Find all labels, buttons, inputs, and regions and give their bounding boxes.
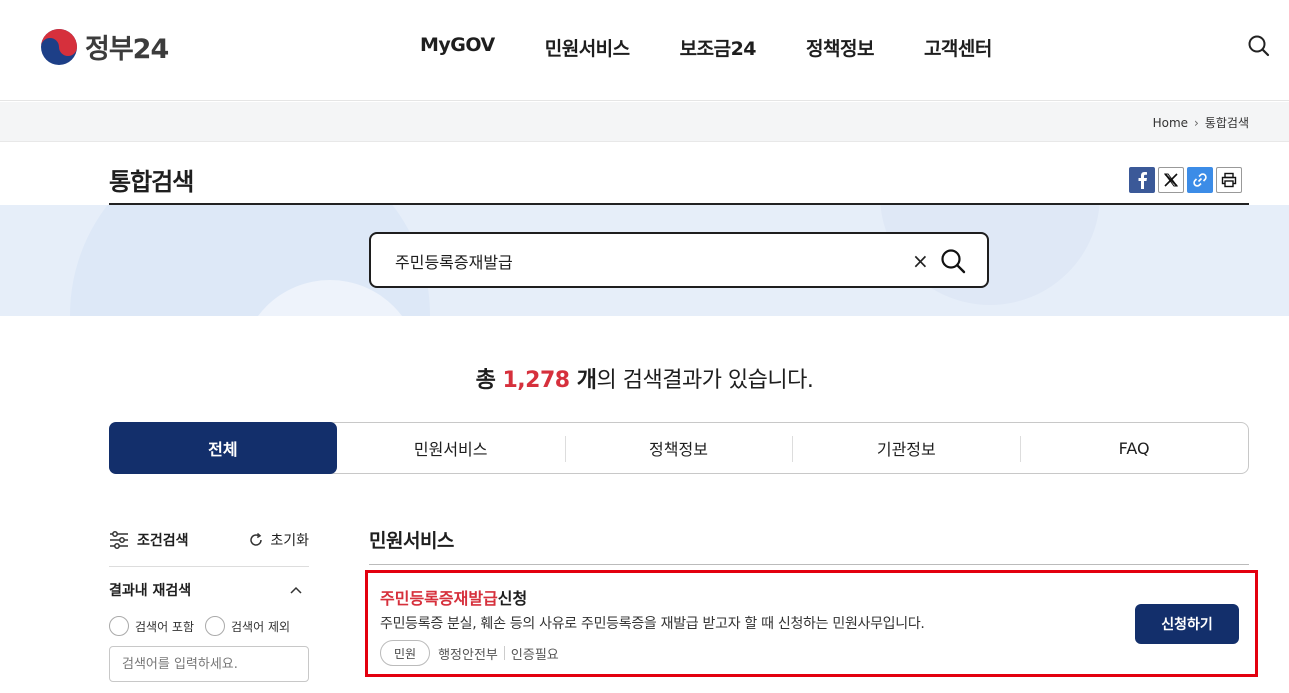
meta-divider	[503, 646, 505, 660]
result-count-number: 1,278	[502, 368, 571, 393]
result-count: 총 1,278 개의 검색결과가 있습니다.	[0, 362, 1289, 394]
filter-header: 조건검색 초기화	[109, 530, 309, 550]
clear-search-icon[interactable]: ×	[912, 249, 929, 273]
copy-link-button[interactable]	[1187, 167, 1213, 193]
result-tabs: 전체 민원서비스 정책정보 기관정보 FAQ	[109, 422, 1249, 474]
nav-customer-center[interactable]: 고객센터	[924, 34, 992, 61]
tab-policy-info[interactable]: 정책정보	[564, 423, 793, 473]
result-meta: 민원 행정안전부 인증필요	[380, 640, 559, 666]
filter-title: 조건검색	[109, 530, 189, 550]
search-input[interactable]	[395, 248, 895, 274]
filter-label: 조건검색	[137, 533, 189, 549]
chevron-up-icon[interactable]	[289, 585, 303, 595]
main-nav: MyGOV 민원서비스 보조금24 정책정보 고객센터	[420, 34, 992, 61]
reset-button[interactable]: 초기화	[248, 530, 309, 550]
section-title: 민원서비스	[369, 530, 454, 552]
search-banner: ×	[0, 205, 1289, 316]
result-title-highlight: 주민등록증재발급	[380, 589, 498, 608]
facebook-share-button[interactable]	[1129, 167, 1155, 193]
result-title-rest: 신청	[497, 589, 528, 608]
result-count-prefix: 총	[475, 368, 503, 393]
category-badge: 민원	[380, 640, 431, 666]
breadcrumb-home[interactable]: Home	[1153, 116, 1188, 130]
reset-label: 초기화	[270, 533, 309, 549]
nav-policy-info[interactable]: 정책정보	[806, 34, 874, 61]
breadcrumb-bar: Home › 통합검색	[0, 102, 1289, 142]
x-share-button[interactable]	[1158, 167, 1184, 193]
include-keyword-label: 검색어 포함	[135, 619, 195, 634]
breadcrumb: Home › 통합검색	[1153, 114, 1249, 131]
search-icon[interactable]	[1246, 33, 1272, 59]
x-icon	[1164, 173, 1178, 187]
agency-name: 행정안전부	[438, 647, 498, 663]
print-button[interactable]	[1216, 167, 1242, 193]
facebook-icon	[1138, 172, 1147, 189]
breadcrumb-current: 통합검색	[1204, 116, 1249, 130]
research-label: 결과내 재검색	[109, 583, 192, 599]
filter-divider	[109, 566, 309, 567]
research-header: 결과내 재검색	[109, 580, 309, 600]
radio-circle	[205, 616, 226, 636]
refresh-icon	[250, 532, 263, 546]
apply-button[interactable]: 신청하기	[1135, 604, 1239, 644]
chevron-right-icon: ›	[1194, 115, 1199, 130]
research-options: 검색어 포함 검색어 제외	[109, 616, 301, 636]
research-input[interactable]	[109, 646, 309, 682]
radio-circle	[109, 616, 129, 636]
result-item: 주민등록증재발급신청 주민등록증 분실, 훼손 등의 사유로 주민등록증을 재발…	[365, 570, 1258, 677]
auth-required: 인증필요	[510, 647, 559, 663]
tab-civil-service[interactable]: 민원서비스	[337, 423, 565, 473]
share-buttons	[1126, 167, 1242, 193]
tab-faq[interactable]: FAQ	[1020, 423, 1248, 473]
logo[interactable]: 정부24	[40, 27, 169, 66]
site-header: 정부24 MyGOV 민원서비스 보조금24 정책정보 고객센터	[0, 0, 1289, 101]
search-box: ×	[369, 232, 989, 288]
page-title: 통합검색	[109, 168, 194, 196]
tab-agency-info[interactable]: 기관정보	[792, 423, 1020, 473]
result-count-suffix: 의 검색결과가 있습니다.	[596, 368, 814, 393]
section-divider	[369, 564, 1249, 565]
exclude-keyword-radio[interactable]: 검색어 제외	[205, 616, 290, 636]
result-title[interactable]: 주민등록증재발급신청	[380, 585, 527, 609]
search-submit-icon[interactable]	[939, 247, 967, 275]
exclude-keyword-label: 검색어 제외	[231, 619, 291, 634]
nav-mygov[interactable]: MyGOV	[420, 34, 495, 61]
tab-all[interactable]: 전체	[109, 422, 337, 474]
result-count-unit: 개	[569, 368, 597, 393]
link-icon	[1193, 173, 1207, 187]
print-icon	[1221, 172, 1237, 188]
logo-text: 정부24	[85, 34, 169, 65]
result-description: 주민등록증 분실, 훼손 등의 사유로 주민등록증을 재발급 받고자 할 때 신…	[380, 616, 925, 632]
sliders-icon	[110, 531, 128, 549]
taegeuk-logo-icon	[41, 28, 77, 65]
nav-subsidy24[interactable]: 보조금24	[680, 34, 757, 61]
nav-civil-service[interactable]: 민원서비스	[545, 34, 630, 61]
include-keyword-radio[interactable]: 검색어 포함	[109, 616, 194, 636]
